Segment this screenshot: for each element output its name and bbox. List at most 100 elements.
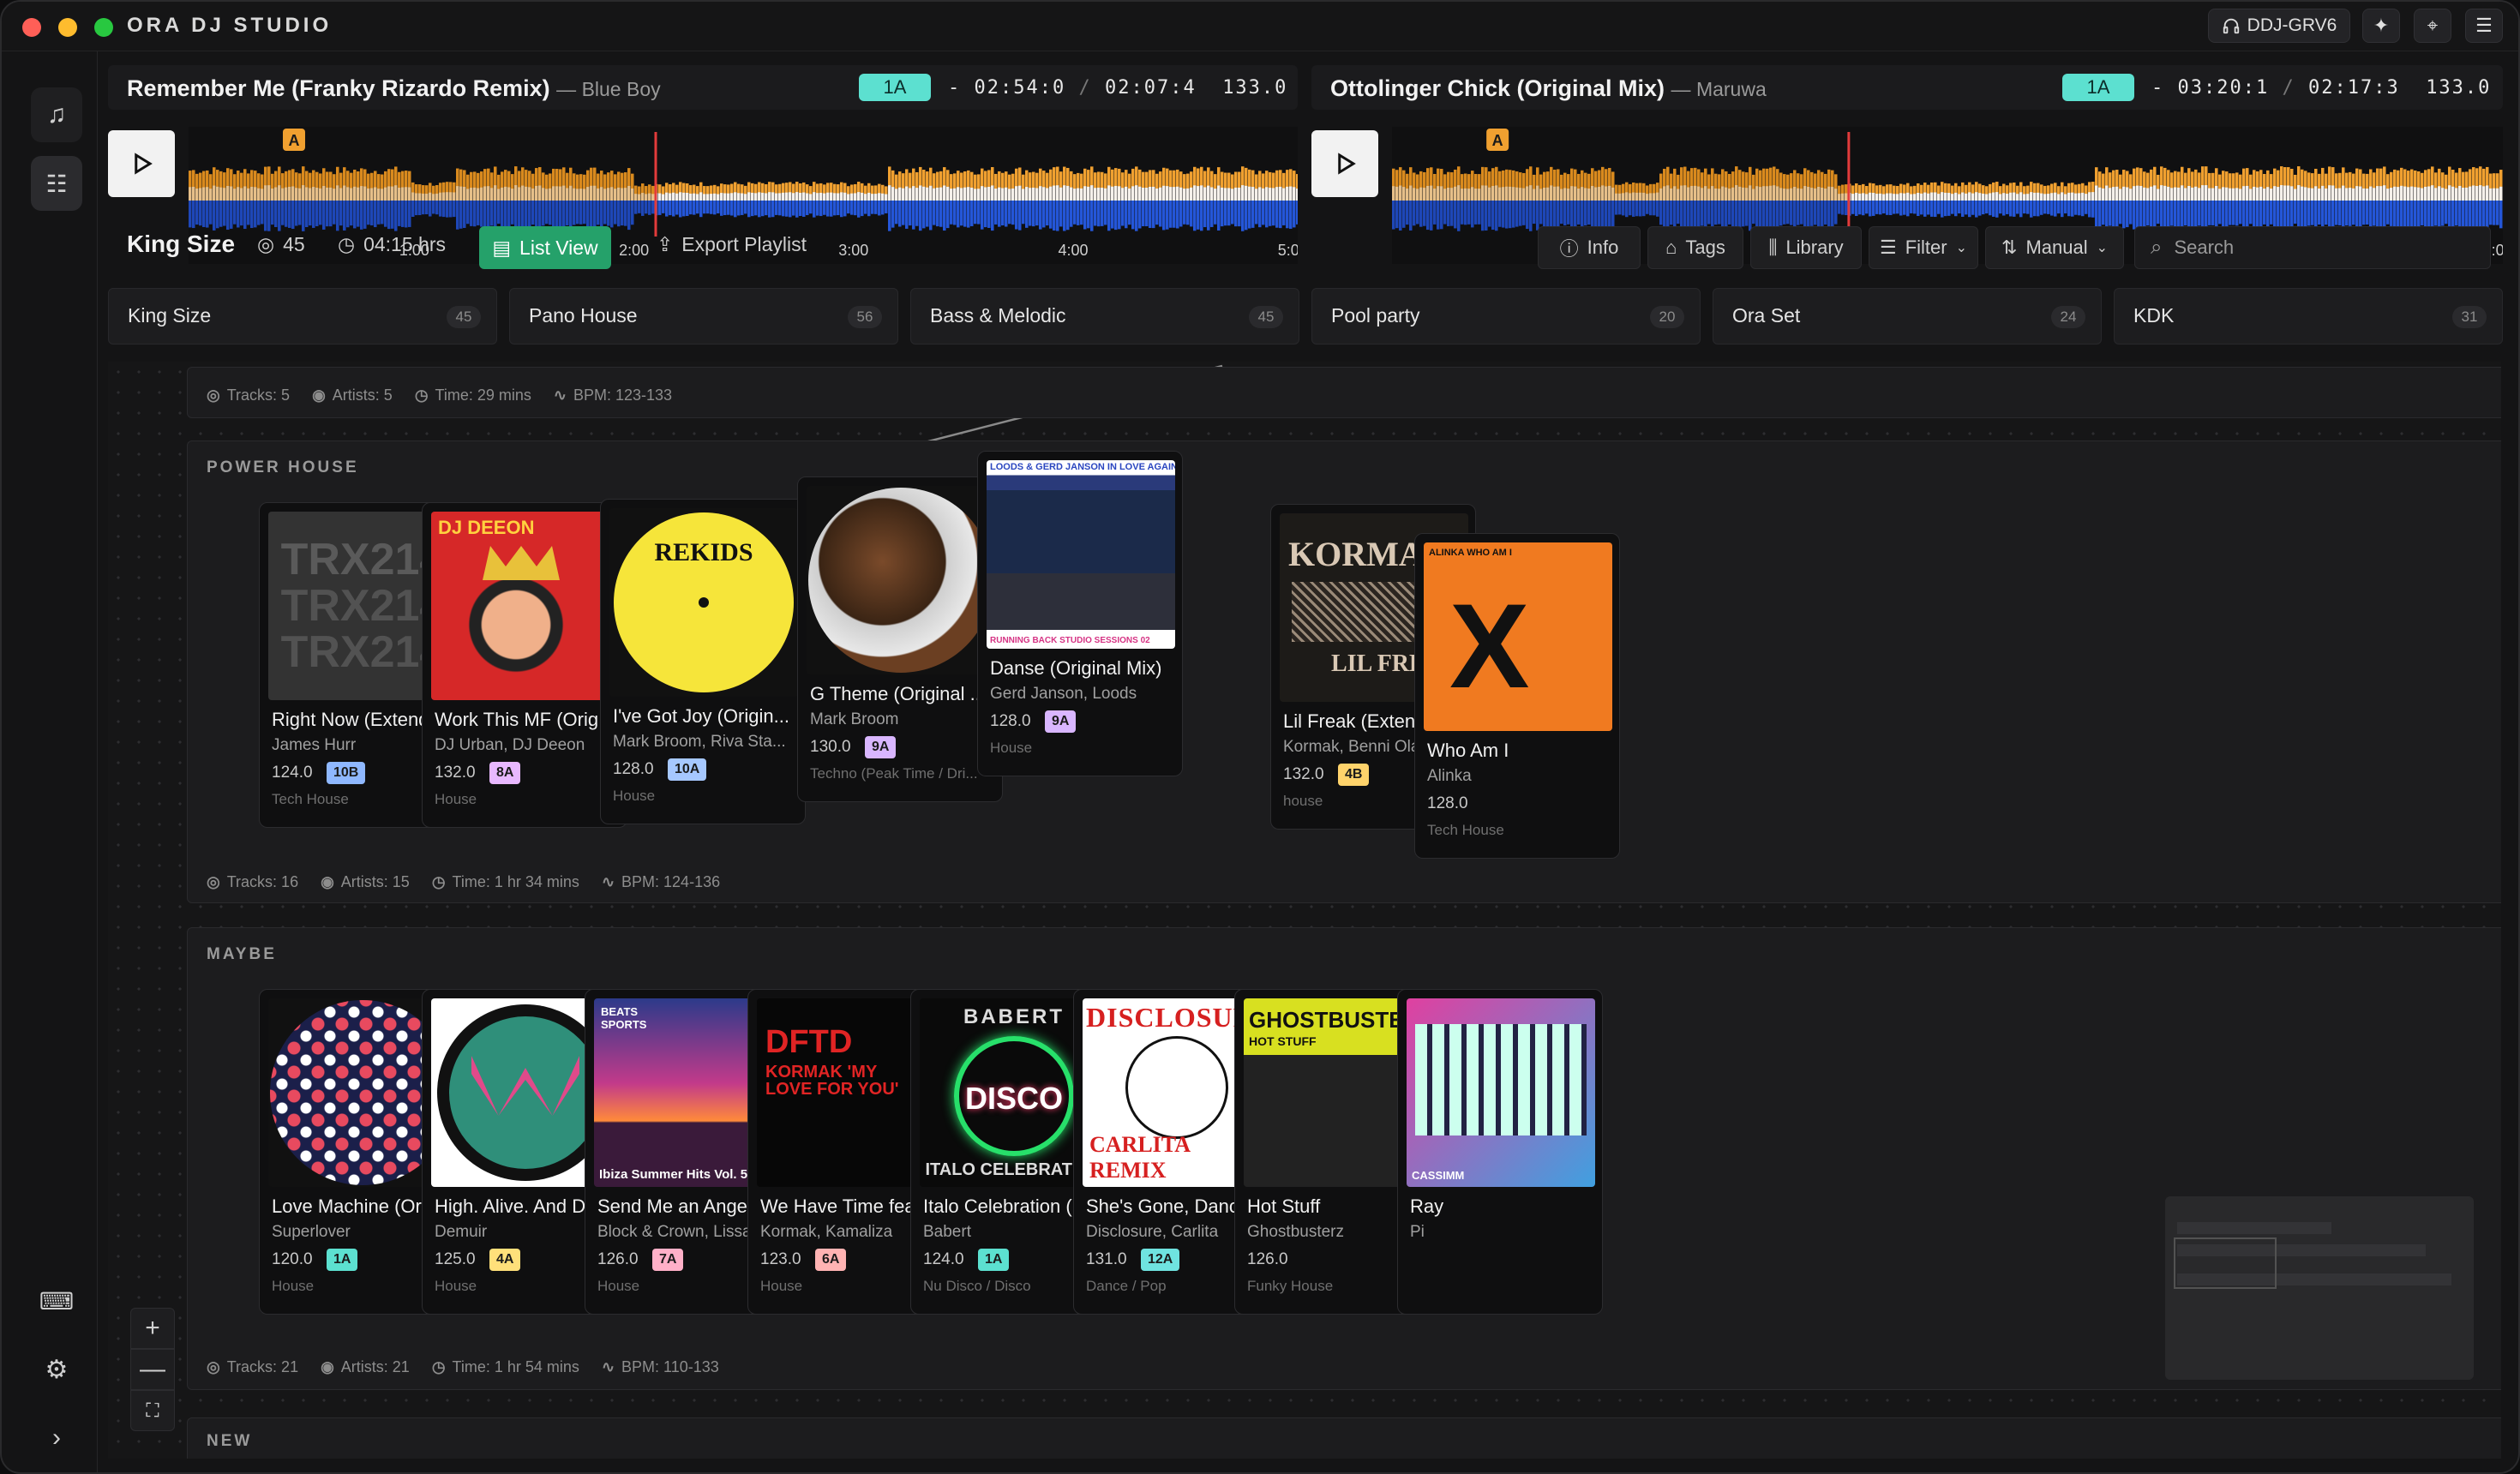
maximize-window-button[interactable] [94,18,113,37]
playlist-tab[interactable]: KDK 31 [2114,288,2503,345]
sort-button[interactable]: ⇅ Manual ⌄ [1985,226,2124,269]
playhead[interactable] [654,132,657,237]
waveform-bar-bottom [1728,201,1731,225]
waveform-bar-bottom [1022,201,1025,225]
deck-a-elapsed: 02:07:4 [1104,77,1197,99]
search-box[interactable]: ⌕ Search [2134,226,2491,269]
minimap[interactable] [2165,1196,2474,1380]
waveform-bar-mid [1574,186,1577,201]
waveform-bar-mid [1481,185,1485,201]
waveform-bar-mid [2109,188,2112,201]
track-genre: House [990,740,1033,756]
waveform-bar-bottom [1937,201,1941,214]
info-button[interactable]: ⓘ Info [1538,226,1641,269]
playlist-button[interactable]: ☷ [31,156,82,211]
export-playlist-button[interactable]: ⇪ Export Playlist [657,233,807,256]
zoom-in-button[interactable]: + [130,1308,175,1349]
waveform-bar-mid [1042,187,1046,201]
waveform-bar-bottom [1618,201,1622,215]
waveform-bar-mid [1824,189,1827,201]
tags-button[interactable]: ⌂ Tags [1647,226,1743,269]
track-bpm: 130.0 [810,738,851,756]
waveform-bar-bottom [339,201,343,226]
waveform-bar-mid [2427,186,2431,201]
waveform-bar-bottom [1073,201,1077,225]
waveform-bar-mid [967,187,970,201]
waveform-bar-mid [353,186,357,201]
waveform-bar-bottom [2294,201,2297,225]
waveform-bar-mid [957,187,960,201]
playlist-tab[interactable]: Pool party 20 [1311,288,1701,345]
filter-button[interactable]: ☰ Filter ⌄ [1869,226,1978,269]
waveform-bar-mid [1502,187,1505,201]
playlist-tab[interactable]: Pano House 56 [509,288,898,345]
track-card[interactable]: LOODS & GERD JANSON IN LOVE AGAIN RUNNING… [977,451,1183,776]
waveform-bar-mid [1121,188,1125,201]
music-note-button[interactable]: ♫ [31,87,82,142]
waveform-bar-bottom [2081,201,2085,217]
waveform-bar-bottom [758,201,761,218]
title-bar: ORA DJ STUDIO DDJ-GRV6 ✦ ⌖ ☰ [2,2,2518,51]
track-card[interactable]: ALINKA WHO AM I X Who Am I Alinka 128.0 Tech … [1414,533,1620,859]
waveform-bar-mid [915,188,919,201]
waveform-bar-bottom [1814,201,1817,225]
track-card[interactable]: REKIDS I've Got Joy (Origin... Mark Broom,… [600,499,806,824]
waveform-bar-bottom [1128,201,1131,225]
library-icon: ⫼ [1768,237,1778,258]
library-button[interactable]: ⫼ Library [1750,226,1862,269]
fit-view-button[interactable]: ⛶ [130,1390,175,1431]
playlist-tab[interactable]: Ora Set 24 [1713,288,2102,345]
waveform-bar-mid [285,187,288,201]
deck-b-play-button[interactable] [1311,130,1378,197]
waveform-bar-mid [1265,187,1269,201]
waveform-bar-mid [1190,187,1193,201]
waveform-bar-mid [2061,192,2064,201]
waveform-bar-mid [2403,186,2407,201]
waveform-bar-mid [1478,189,1481,201]
waveform-bar-bottom [1008,201,1011,225]
device-button[interactable]: DDJ-GRV6 [2208,9,2350,43]
search-input[interactable]: Search [2174,237,2234,259]
waveform-bar-mid [1145,187,1149,201]
waveform-bar-bottom [826,201,830,217]
waveform-bar-mid [706,194,710,201]
waveform-bar-mid [261,189,264,201]
waveform-bar-mid [1471,187,1474,201]
list-view-button[interactable]: ▤ List View [479,226,611,269]
mixer-settings-button[interactable]: ☰ [2465,9,2503,43]
track-card[interactable]: G Theme (Original ... Mark Broom 130.0 9A Te… [797,476,1003,802]
waveform-bar-bottom [411,201,415,218]
waveform-bar-mid [1217,185,1221,201]
deck-a-play-button[interactable] [108,130,175,197]
settings-button[interactable]: ⚙ [31,1342,82,1397]
waveform-bar-mid [1234,187,1238,201]
waveform-bar-bottom [442,201,446,218]
zoom-out-button[interactable]: — [130,1349,175,1390]
waveform-bar-bottom [2016,201,2019,214]
waveform-bar-mid [802,192,806,201]
waveform-bar-bottom [699,201,703,218]
minimize-window-button[interactable] [58,18,77,37]
flow-canvas[interactable]: ◎ Tracks: 5 ◉ Artists: 5 ◷ Time: 29 mins ∿ B… [108,362,2501,1459]
waveform-bar-mid [2386,189,2390,201]
track-card[interactable]: DJ DEEON Work This MF (Orig... DJ Urban, D… [422,502,627,828]
playhead[interactable] [1847,132,1851,237]
waveform-bar-mid [1738,186,1742,201]
sparkle-button[interactable]: ✦ [2362,9,2400,43]
waveform-bar-mid [1255,189,1258,201]
group-label: NEW [207,1432,253,1450]
waveform-bar-mid [2167,186,2170,201]
playlist-tab[interactable]: King Size 45 [108,288,497,345]
waveform-bar-bottom [545,201,549,225]
keyboard-button[interactable]: ⌨ [31,1273,82,1328]
waveform-bar-bottom [2249,201,2253,225]
waveform-bar-bottom [370,201,374,226]
playlist-tab[interactable]: Bass & Melodic 45 [910,288,1299,345]
expand-sidebar-button[interactable]: › [31,1411,82,1465]
waveform-bar-mid [295,188,298,201]
crosshair-button[interactable]: ⌖ [2414,9,2451,43]
waveform-bar-mid [573,188,576,201]
waveform-bar-mid [2434,188,2438,201]
track-card[interactable]: CASSIMM Ray Pi [1397,989,1603,1315]
close-window-button[interactable] [22,18,41,37]
